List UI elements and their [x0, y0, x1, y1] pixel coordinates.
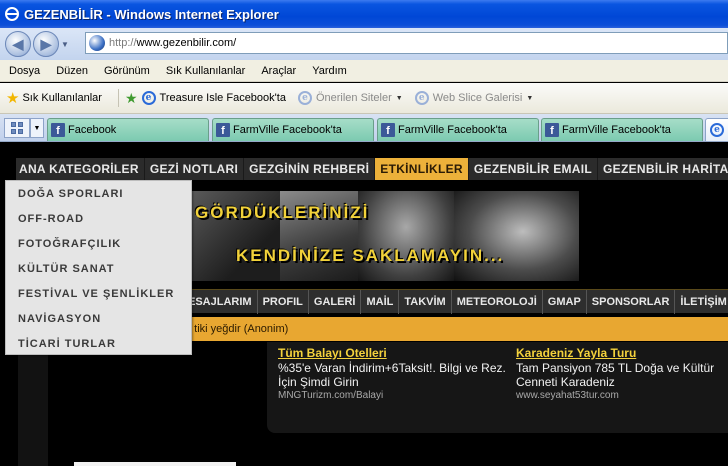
facebook-icon: f — [545, 123, 559, 137]
ad-karadeniz[interactable]: Karadeniz Yayla Turu Tam Pansiyon 785 TL… — [516, 346, 728, 401]
menu-edit[interactable]: Düzen — [48, 65, 96, 77]
add-favorite-icon[interactable]: ★ — [125, 90, 138, 107]
dropdown-item-doga-sporlari[interactable]: DOĞA SPORLARI — [6, 181, 191, 206]
menu-tools[interactable]: Araçlar — [253, 65, 304, 77]
tab-bar: ▼ f Facebook f FarmVille Facebook'ta f F… — [0, 114, 728, 142]
tab-label: FarmVille Facebook'ta — [562, 124, 671, 136]
favorites-button[interactable]: ★ Sık Kullanılanlar — [0, 89, 102, 107]
subnav-gmap[interactable]: GMAP — [543, 289, 587, 314]
banner-line-1: GÖRDÜKLERİNİZİ — [195, 203, 370, 222]
nav-etkinlikler[interactable]: ETKİNLİKLER — [375, 158, 469, 180]
back-button[interactable]: ◀ — [5, 31, 31, 57]
divider — [117, 89, 119, 107]
ie-page-icon: e — [141, 91, 156, 105]
menu-view[interactable]: Görünüm — [96, 65, 158, 77]
banner-line-2: KENDİNİZE SAKLAMAYIN... — [236, 246, 505, 265]
nav-gezi-notlari[interactable]: GEZİ NOTLARI — [145, 158, 245, 180]
categories-dropdown: DOĞA SPORLARI OFF-ROAD FOTOĞRAFÇILIK KÜL… — [5, 180, 192, 355]
dropdown-item-ticari-turlar[interactable]: TİCARİ TURLAR — [6, 331, 191, 356]
grid-icon — [11, 122, 23, 134]
fav-treasure-isle-label: Treasure Isle Facebook'ta — [159, 92, 286, 104]
ad-url[interactable]: www.seyahat53tur.com — [516, 390, 728, 401]
subnav-mail[interactable]: MAİL — [361, 289, 400, 314]
ad-url[interactable]: MNGTurizm.com/Balayi — [278, 390, 508, 401]
sub-navigation: ESAJLARIM PROFIL GALERİ MAİL TAKVİM METE… — [183, 289, 728, 314]
facebook-icon: f — [216, 123, 230, 137]
tab-label: FarmVille Facebook'ta — [398, 124, 507, 136]
nav-gezenbilir-harita[interactable]: GEZENBİLİR HARİTA — [598, 158, 728, 180]
subnav-weather[interactable]: METEOROLOJİ — [452, 289, 543, 314]
ad-body: %35'e Varan İndirim+6Taksit!. Bilgi ve R… — [278, 361, 506, 389]
tab-list-button[interactable]: ▼ — [30, 118, 44, 138]
favorites-label: Sık Kullanılanlar — [22, 92, 102, 104]
tab-label: FarmVille Facebook'ta — [233, 124, 342, 136]
fav-web-slice-label: Web Slice Galerisi — [432, 92, 523, 104]
tab-farmville-1[interactable]: f FarmVille Facebook'ta — [212, 118, 374, 141]
nav-gezginin-rehberi[interactable]: GEZGİNİN REHBERİ — [244, 158, 376, 180]
globe-icon: e — [710, 123, 724, 137]
menu-bar: Dosya Düzen Görünüm Sık Kullanılanlar Ar… — [0, 60, 728, 82]
tab-label: Facebook — [68, 124, 117, 136]
ad-body: Tam Pansiyon 785 TL Doğa ve Kültür Cenne… — [516, 361, 715, 389]
ad-box: Tüm Balayı Otelleri %35'e Varan İndirim+… — [267, 342, 728, 433]
url-host: www.gezenbilir.com/ — [136, 37, 237, 49]
ie-page-icon: e — [297, 91, 312, 105]
forward-button[interactable]: ▶ — [33, 31, 59, 57]
subnav-sponsors[interactable]: SPONSORLAR — [587, 289, 676, 314]
tab-farmville-3[interactable]: f FarmVille Facebook'ta — [541, 118, 703, 141]
ad-title[interactable]: Tüm Balayı Otelleri — [278, 346, 508, 360]
address-bar: ◀ ▶ ▼ http://www.gezenbilir.com/ — [0, 28, 728, 60]
dropdown-item-navigasyon[interactable]: NAVİGASYON — [6, 306, 191, 331]
menu-help[interactable]: Yardım — [304, 65, 355, 77]
fav-treasure-isle[interactable]: ★ e Treasure Isle Facebook'ta — [125, 90, 286, 107]
chevron-down-icon[interactable]: ▼ — [526, 95, 533, 102]
menu-file[interactable]: Dosya — [0, 65, 48, 77]
tab-gezenbilir-active[interactable]: e — [705, 118, 728, 141]
ad-title[interactable]: Karadeniz Yayla Turu — [516, 346, 728, 360]
subnav-contact[interactable]: İLETİŞİM — [675, 290, 728, 314]
window-title: GEZENBİLİR - Windows Internet Explorer — [24, 6, 279, 22]
globe-icon — [89, 35, 105, 51]
ie-page-icon: e — [414, 91, 429, 105]
tab-facebook[interactable]: f Facebook — [47, 118, 209, 141]
menu-favorites[interactable]: Sık Kullanılanlar — [158, 65, 254, 77]
history-dropdown-icon[interactable]: ▼ — [59, 40, 71, 49]
favorites-bar: ★ Sık Kullanılanlar ★ e Treasure Isle Fa… — [0, 83, 728, 114]
fav-web-slice-gallery[interactable]: e Web Slice Galerisi ▼ — [414, 91, 533, 105]
banner-photo-motorcycle — [358, 191, 454, 281]
browser-window: GEZENBİLİR - Windows Internet Explorer ◀… — [0, 0, 728, 466]
nav-gezenbilir-email[interactable]: GEZENBİLİR EMAIL — [469, 158, 599, 180]
facebook-icon: f — [381, 123, 395, 137]
url-input[interactable]: http://www.gezenbilir.com/ — [85, 32, 728, 54]
url-scheme: http:// — [109, 37, 137, 49]
dropdown-item-off-road[interactable]: OFF-ROAD — [6, 206, 191, 231]
fav-suggested-sites[interactable]: e Önerilen Siteler ▼ — [297, 91, 403, 105]
ie-logo-icon — [5, 7, 19, 21]
subnav-messages[interactable]: ESAJLARIM — [183, 289, 258, 314]
chevron-down-icon[interactable]: ▼ — [396, 95, 403, 102]
subnav-gallery[interactable]: GALERİ — [309, 289, 362, 314]
dropdown-item-fotografcilik[interactable]: FOTOĞRAFÇILIK — [6, 231, 191, 256]
title-bar: GEZENBİLİR - Windows Internet Explorer — [0, 0, 728, 28]
subnav-calendar[interactable]: TAKVİM — [399, 289, 452, 314]
dropdown-item-kultur-sanat[interactable]: KÜLTÜR SANAT — [6, 256, 191, 281]
header-banner: GÖRDÜKLERİNİZİ KENDİNİZE SAKLAMAYIN... — [190, 191, 579, 281]
subnav-profile[interactable]: PROFIL — [258, 289, 309, 314]
main-navigation: ANA KATEGORİLER GEZİ NOTLARI GEZGİNİN RE… — [16, 158, 728, 180]
facebook-icon: f — [51, 123, 65, 137]
banner-photo-offroad — [454, 191, 579, 281]
quote-ticker: n tiki yeğdir (Anonim) — [183, 317, 728, 341]
quick-tabs-button[interactable] — [4, 118, 30, 138]
tab-farmville-2[interactable]: f FarmVille Facebook'ta — [377, 118, 539, 141]
left-column — [0, 341, 48, 466]
ad-balayi[interactable]: Tüm Balayı Otelleri %35'e Varan İndirim+… — [278, 346, 508, 401]
nav-ana-kategoriler[interactable]: ANA KATEGORİLER — [16, 158, 145, 180]
star-icon: ★ — [6, 90, 20, 107]
dropdown-item-festival[interactable]: FESTİVAL VE ŞENLİKLER — [6, 281, 191, 306]
fav-suggested-sites-label: Önerilen Siteler — [315, 92, 392, 104]
content-strip — [74, 462, 236, 466]
